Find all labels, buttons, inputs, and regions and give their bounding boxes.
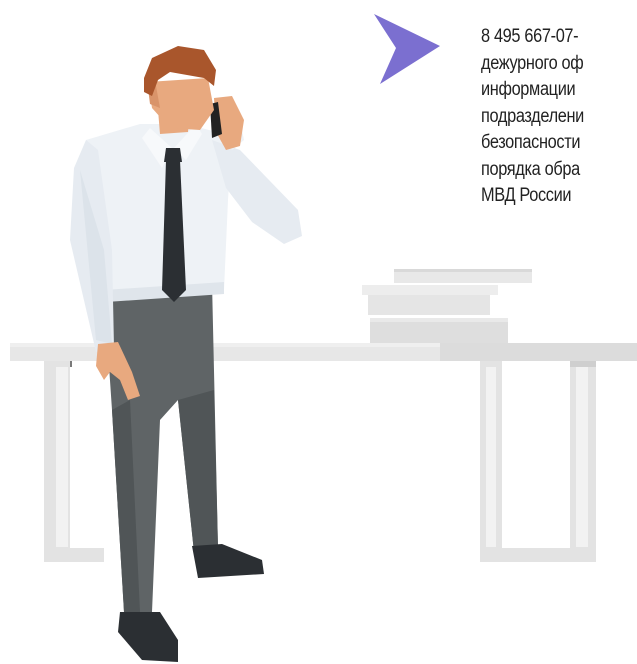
- info-line-2: дежурного оф: [481, 52, 584, 74]
- contact-info-text: 8 495 667-07- дежурного оф информации по…: [481, 24, 627, 210]
- info-line-phone: 8 495 667-07-: [481, 26, 579, 47]
- chevron-right-icon: [374, 14, 440, 84]
- info-line-3: информации: [481, 79, 576, 100]
- info-line-5: безопасности: [481, 132, 581, 153]
- paper-stack: [362, 269, 532, 343]
- info-line-7: МВД России: [481, 185, 572, 206]
- info-line-6: порядка обра: [481, 158, 580, 180]
- info-line-4: подразделени: [481, 105, 584, 127]
